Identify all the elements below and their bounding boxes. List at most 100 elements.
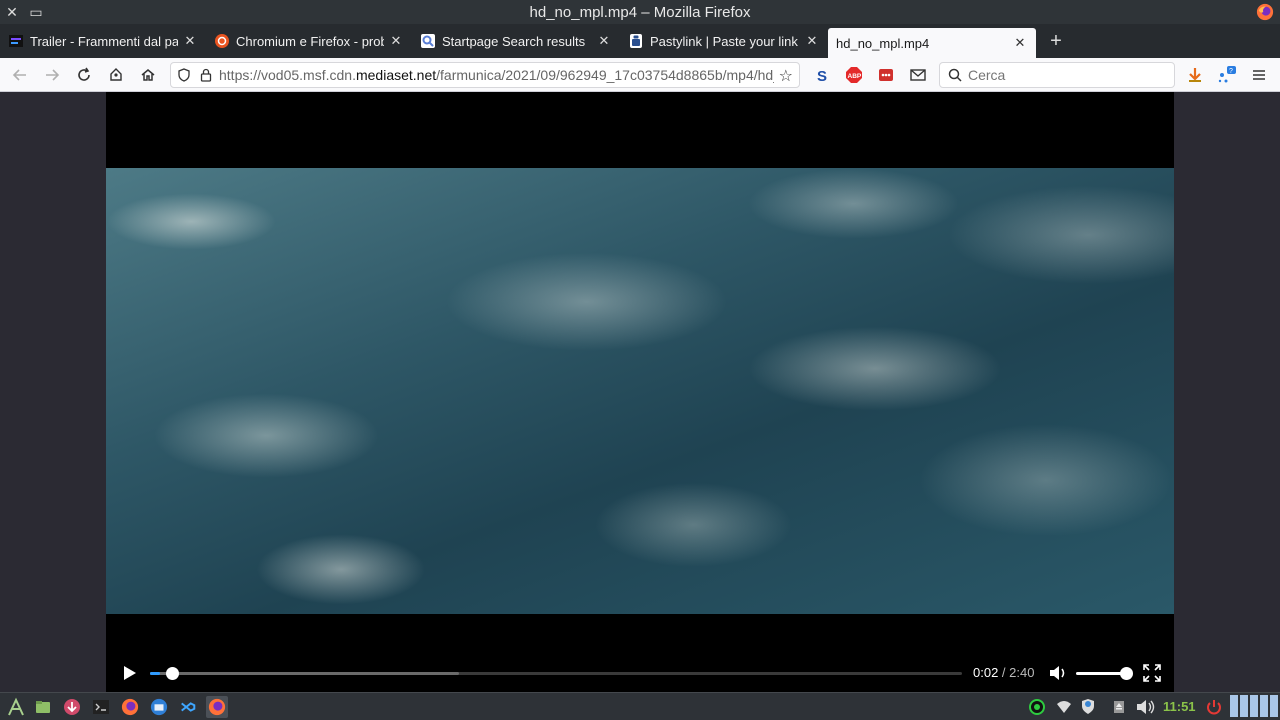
taskbar-terminal[interactable] [90,696,112,718]
extension-red-button[interactable] [875,64,897,86]
extensions-badge-button[interactable]: ? [1216,64,1238,86]
mail-extension-button[interactable] [907,64,929,86]
fullscreen-button[interactable] [1143,664,1161,682]
start-menu-button[interactable] [5,696,27,718]
mail-icon [910,69,926,81]
seek-thumb[interactable] [165,667,179,680]
speaker-icon [1050,666,1059,680]
adblock-plus-button[interactable]: ABP [843,64,865,86]
fullscreen-icon [1143,664,1161,682]
play-button[interactable] [120,664,138,682]
tray-volume[interactable] [1134,696,1156,718]
back-button[interactable] [8,63,32,87]
tab-close-icon[interactable]: ✕ [596,33,612,49]
close-icon: ✕ [6,3,18,20]
volume-button[interactable] [1048,664,1068,682]
svg-text:ABP: ABP [848,73,862,80]
home-icon [141,69,155,81]
taskbar-clock[interactable]: 11:51 [1163,699,1196,714]
update-download-icon [64,699,80,715]
tab-pastylink[interactable]: Pastylink | Paste your link ✕ [620,24,828,58]
workspace-1[interactable] [1230,695,1238,717]
tray-removable-drive[interactable] [1108,696,1130,718]
tab-label: Trailer - Frammenti dal passato [30,33,178,49]
startpage-favicon-icon [420,33,436,49]
tray-status-indicator[interactable] [1026,696,1048,718]
seek-played [150,672,161,675]
tab-close-icon[interactable]: ✕ [388,33,404,49]
window-close-button[interactable]: ✕ [0,0,24,24]
taskbar-firefox[interactable] [119,696,141,718]
menu-button[interactable] [1248,64,1270,86]
forward-button[interactable] [40,63,64,87]
tab-startpage[interactable]: Startpage Search results ✕ [412,24,620,58]
pastylink-favicon-icon [628,33,644,49]
forward-arrow-icon [46,69,60,81]
tab-trailer[interactable]: Trailer - Frammenti dal passato ✕ [0,24,206,58]
tracking-protection-shield-icon[interactable] [175,66,193,84]
tray-updates[interactable] [1077,696,1099,718]
mediaset-favicon-icon [8,33,24,49]
search-input[interactable] [966,66,1160,84]
home-button[interactable] [136,63,160,87]
tab-close-icon[interactable]: ✕ [182,33,198,49]
taskbar-firefox-window[interactable] [206,696,228,718]
workspace-5[interactable] [1270,695,1278,717]
tab-label: Pastylink | Paste your link [650,33,798,49]
tab-chromium-firefox[interactable]: Chromium e Firefox - problemi ✕ [206,24,412,58]
extension-red-icon [879,69,893,81]
tab-label: Chromium e Firefox - problemi [236,33,384,49]
download-helper-button[interactable] [1184,64,1206,86]
taskbar-thunderbird[interactable] [148,696,170,718]
window-minimize-button[interactable]: ▭ [24,0,48,24]
shield-alert-icon [1082,699,1094,714]
tab-video-active[interactable]: hd_no_mpl.mp4 ✕ [828,28,1036,58]
page-content: 0:02 / 2:40 [0,92,1280,692]
tab-label: Startpage Search results [442,33,586,49]
seek-bar[interactable] [150,667,962,680]
bookmark-star-icon[interactable]: ☆ [779,66,793,86]
user-agent-switcher-button[interactable] [104,63,128,87]
url-bar[interactable]: https://vod05.msf.cdn.mediaset.net/farmu… [170,62,800,88]
url-path: /farmunica/2021/09/962949_17c03754d8865b… [436,67,774,83]
tab-strip: Trailer - Frammenti dal passato ✕ Chromi… [0,24,1280,58]
power-button[interactable] [1203,696,1225,718]
lock-icon[interactable] [197,66,215,84]
folder-icon [36,701,50,713]
status-circle-icon [1029,699,1045,715]
new-tab-button[interactable]: + [1042,27,1070,55]
workspace-4[interactable] [1260,695,1268,717]
url-text[interactable]: https://vod05.msf.cdn.mediaset.net/farmu… [219,67,774,83]
workspace-2[interactable] [1240,695,1248,717]
startpage-s-icon: S [817,68,827,84]
video-player[interactable] [106,92,1174,654]
taskbar-app-blue[interactable] [177,696,199,718]
url-domain: mediaset.net [355,67,437,83]
workspace-3[interactable] [1250,695,1258,717]
firefox-logo-icon [1256,3,1274,21]
window-titlebar: ✕ ▭ hd_no_mpl.mp4 – Mozilla Firefox [0,0,1280,24]
adblock-plus-icon: ABP [846,67,862,83]
tab-close-icon[interactable]: ✕ [1012,35,1028,51]
reload-button[interactable] [72,63,96,87]
thunderbird-icon [150,698,168,716]
ubuntu-forum-favicon-icon [214,33,230,49]
volume-thumb[interactable] [1119,667,1133,680]
svg-text:S: S [817,68,827,84]
search-bar[interactable] [939,62,1175,88]
time-separator: / [998,665,1010,680]
taskbar-software-updater[interactable] [61,696,83,718]
hamburger-menu-icon [1253,70,1265,80]
volume-slider[interactable] [1076,667,1133,680]
time-display: 0:02 / 2:40 [973,665,1034,680]
startpage-extension-button[interactable]: S [811,64,833,86]
tray-network[interactable] [1053,696,1075,718]
download-arrow-icon [1189,68,1201,82]
video-frame-ocean[interactable] [106,168,1174,614]
tab-close-icon[interactable]: ✕ [804,33,820,49]
firefox-icon [121,698,139,716]
seek-buffered [150,672,459,675]
taskbar-file-manager[interactable] [32,696,54,718]
window-title: hd_no_mpl.mp4 – Mozilla Firefox [529,3,751,21]
back-arrow-icon [12,69,26,81]
